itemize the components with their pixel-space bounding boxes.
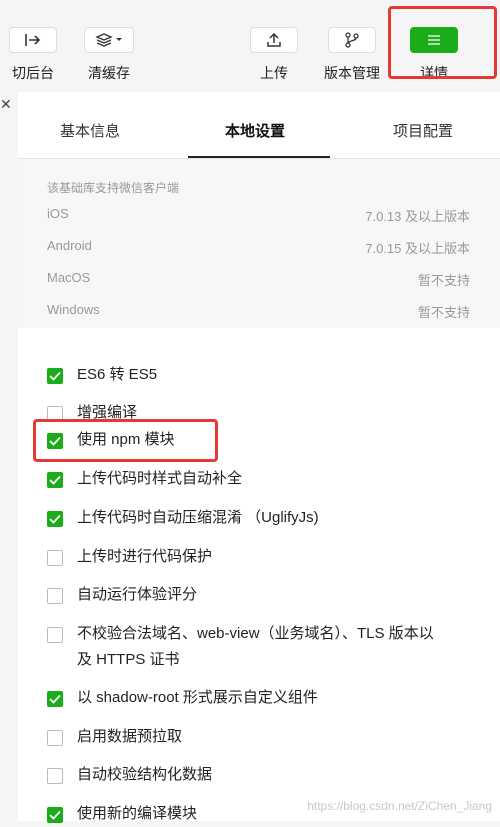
version-tool[interactable]: 版本管理 bbox=[324, 27, 380, 83]
layers-icon bbox=[95, 33, 122, 47]
checkbox[interactable] bbox=[47, 691, 63, 707]
highlight-box-npm bbox=[33, 419, 218, 462]
info-row-macos: MacOS 暂不支持 bbox=[47, 270, 470, 290]
clear-cache-label: 清缓存 bbox=[88, 65, 130, 81]
tab-bar: 基本信息 本地设置 项目配置 bbox=[18, 92, 500, 159]
platform-support: 暂不支持 bbox=[417, 305, 470, 320]
option-minify[interactable]: 上传代码时自动压缩混淆 （UglifyJs) bbox=[47, 509, 319, 531]
option-shadow-root[interactable]: 以 shadow-root 形式展示自定义组件 bbox=[47, 689, 318, 711]
check-icon bbox=[49, 810, 61, 820]
platform-support: 7.0.15 及以上版本 bbox=[365, 241, 470, 256]
checkbox[interactable] bbox=[47, 730, 63, 746]
platform-name: MacOS bbox=[47, 270, 91, 285]
close-icon[interactable]: ✕ bbox=[0, 96, 12, 113]
option-label: 启用数据预拉取 bbox=[77, 728, 183, 745]
check-icon bbox=[49, 475, 61, 485]
option-label: 以 shadow-root 形式展示自定义组件 bbox=[77, 689, 318, 706]
clear-cache-button[interactable] bbox=[84, 27, 134, 53]
option-label: 使用新的编译模块 bbox=[77, 805, 198, 822]
left-panel-edge bbox=[0, 92, 18, 821]
option-label: ES6 转 ES5 bbox=[77, 366, 158, 383]
base-lib-title: 该基础库支持微信客户端 bbox=[47, 181, 180, 195]
option-new-compiler[interactable]: 使用新的编译模块 bbox=[47, 805, 197, 827]
watermark: https://blog.csdn.net/ZiChen_Jiang bbox=[307, 799, 492, 813]
checkbox[interactable] bbox=[47, 627, 63, 643]
option-label: 不校验合法域名、web-view（业务域名）、TLS 版本以及 HTTPS 证书 bbox=[77, 625, 434, 668]
option-label: 上传代码时样式自动补全 bbox=[77, 470, 243, 487]
platform-support: 暂不支持 bbox=[417, 273, 470, 288]
checkbox[interactable] bbox=[47, 550, 63, 566]
option-auto-audit[interactable]: 自动运行体验评分 bbox=[47, 586, 197, 608]
upload-label: 上传 bbox=[260, 65, 288, 81]
checkbox[interactable] bbox=[47, 472, 63, 488]
platform-name: Android bbox=[47, 238, 92, 253]
checkbox[interactable] bbox=[47, 588, 63, 604]
option-style-autoprefix[interactable]: 上传代码时样式自动补全 bbox=[47, 470, 242, 492]
info-row-android: Android 7.0.15 及以上版本 bbox=[47, 238, 470, 258]
checkbox[interactable] bbox=[47, 768, 63, 784]
branch-icon bbox=[345, 32, 359, 48]
background-tool[interactable]: 切后台 bbox=[9, 27, 57, 83]
check-icon bbox=[49, 514, 61, 524]
check-icon bbox=[49, 694, 61, 704]
tab-local-settings[interactable]: 本地设置 bbox=[225, 120, 285, 141]
switch-background-icon bbox=[25, 34, 41, 46]
info-row-windows: Windows 暂不支持 bbox=[47, 302, 470, 322]
upload-icon bbox=[267, 33, 281, 47]
platform-name: Windows bbox=[47, 302, 100, 317]
toolbar: 切后台 清缓存 上传 版本管理 详情 bbox=[0, 0, 500, 92]
platform-name: iOS bbox=[47, 206, 69, 221]
background-button[interactable] bbox=[9, 27, 57, 53]
option-code-protect[interactable]: 上传时进行代码保护 bbox=[47, 548, 212, 570]
platform-support: 7.0.13 及以上版本 bbox=[365, 209, 470, 224]
upload-button[interactable] bbox=[250, 27, 298, 53]
option-es6-to-es5[interactable]: ES6 转 ES5 bbox=[47, 366, 157, 388]
option-data-prefetch[interactable]: 启用数据预拉取 bbox=[47, 728, 182, 750]
checkbox[interactable] bbox=[47, 368, 63, 384]
active-tab-underline bbox=[188, 156, 330, 158]
check-icon bbox=[49, 371, 61, 381]
tab-project-config[interactable]: 项目配置 bbox=[393, 120, 453, 141]
version-label: 版本管理 bbox=[324, 65, 380, 81]
option-structured-data[interactable]: 自动校验结构化数据 bbox=[47, 766, 212, 788]
base-lib-info: 该基础库支持微信客户端 iOS 7.0.13 及以上版本 Android 7.0… bbox=[18, 159, 500, 328]
option-label: 上传代码时自动压缩混淆 （UglifyJs) bbox=[77, 509, 319, 526]
option-label: 上传时进行代码保护 bbox=[77, 548, 213, 565]
info-row-ios: iOS 7.0.13 及以上版本 bbox=[47, 206, 470, 226]
highlight-box-details bbox=[388, 6, 497, 79]
option-label: 自动运行体验评分 bbox=[77, 586, 198, 603]
details-panel: 基本信息 本地设置 项目配置 该基础库支持微信客户端 iOS 7.0.13 及以… bbox=[18, 92, 500, 823]
option-label: 自动校验结构化数据 bbox=[77, 766, 213, 783]
background-label: 切后台 bbox=[12, 65, 54, 81]
tab-basic-info[interactable]: 基本信息 bbox=[60, 120, 120, 141]
checkbox[interactable] bbox=[47, 511, 63, 527]
clear-cache-tool[interactable]: 清缓存 bbox=[84, 27, 134, 83]
upload-tool[interactable]: 上传 bbox=[250, 27, 298, 83]
version-button[interactable] bbox=[328, 27, 376, 53]
option-skip-domain-check[interactable]: 不校验合法域名、web-view（业务域名）、TLS 版本以及 HTTPS 证书 bbox=[47, 625, 447, 673]
